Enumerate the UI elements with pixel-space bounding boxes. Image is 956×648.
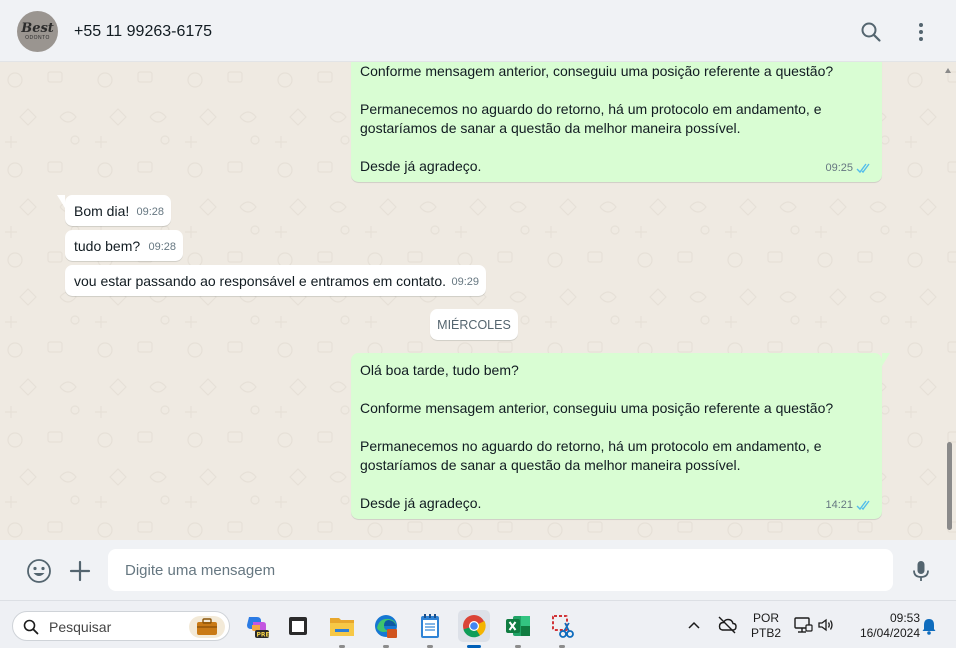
scroll-up-arrow-icon[interactable] <box>945 68 951 73</box>
scrollbar-thumb[interactable] <box>947 442 952 530</box>
contact-avatar[interactable]: Best ODONTO <box>17 11 58 52</box>
taskbar-search-box[interactable]: Pesquisar <box>12 611 230 641</box>
message-meta: 14:21 <box>825 496 872 515</box>
window-app-icon[interactable] <box>282 610 314 642</box>
bubble-tail <box>57 195 65 208</box>
copilot-pre-icon[interactable]: PRE <box>240 610 272 642</box>
chrome-icon[interactable] <box>458 610 490 648</box>
message-text: vou estar passando ao responsável e entr… <box>74 273 446 289</box>
message-text: Bom dia! <box>74 203 130 219</box>
message-meta: 09:25 <box>825 159 872 178</box>
input-language-indicator[interactable]: POR PTB2 <box>750 611 782 641</box>
outgoing-message[interactable]: Olá boa tarde, tudo bem? Conforme mensag… <box>351 353 890 519</box>
message-line: Conforme mensagem anterior, conseguiu um… <box>360 400 834 416</box>
message-line <box>360 138 873 157</box>
bubble-tail <box>882 353 890 366</box>
incoming-message[interactable]: Bom dia! 09:28 <box>57 195 171 226</box>
keyboard-layout: PTB2 <box>750 626 781 640</box>
work-briefcase-icon <box>189 616 225 638</box>
snipping-tool-icon[interactable] <box>546 610 578 648</box>
avatar-logo-text: Best <box>21 20 54 36</box>
clock-date: 16/04/2024 <box>859 626 920 640</box>
avatar-logo-subtext: ODONTO <box>25 34 50 41</box>
clock[interactable]: 09:53 16/04/2024 <box>846 611 920 641</box>
clock-time: 09:53 <box>889 611 920 625</box>
message-time: 09:28 <box>136 206 164 218</box>
message-line: Permanecemos no aguardo do retorno, há u… <box>360 438 822 454</box>
network-icon[interactable] <box>793 616 813 634</box>
chat-messages-pane[interactable]: Conforme mensagem anterior, conseguiu um… <box>0 62 956 540</box>
chevron-up-icon[interactable] <box>687 619 701 631</box>
microphone-icon[interactable] <box>908 558 934 584</box>
message-line: Olá boa tarde, tudo bem? <box>360 362 519 378</box>
more-vert-icon[interactable] <box>909 20 933 44</box>
message-line: Conforme mensagem anterior, conseguiu um… <box>360 63 834 79</box>
message-text: tudo bem? <box>74 238 141 254</box>
notification-bell-icon[interactable] <box>921 617 937 635</box>
message-time: 14:21 <box>825 499 853 511</box>
incoming-message[interactable]: tudo bem? 09:28 <box>65 230 183 261</box>
cloud-sync-off-icon[interactable] <box>716 615 738 635</box>
search-icon <box>23 619 39 635</box>
language-code: POR <box>752 611 779 625</box>
message-line <box>360 380 873 399</box>
emoji-icon[interactable] <box>26 558 52 584</box>
message-composer <box>0 540 956 600</box>
message-line: Desde já agradeço. <box>360 158 482 174</box>
message-time: 09:29 <box>451 276 479 288</box>
outgoing-message[interactable]: Conforme mensagem anterior, conseguiu um… <box>351 62 882 182</box>
svg-text:PRE: PRE <box>257 632 270 639</box>
volume-icon[interactable] <box>817 616 835 634</box>
message-line <box>360 418 873 437</box>
excel-icon[interactable] <box>502 610 534 648</box>
contact-name[interactable]: +55 11 99263-6175 <box>74 23 212 41</box>
message-line: Desde já agradeço. <box>360 495 482 511</box>
incoming-message[interactable]: vou estar passando ao responsável e entr… <box>65 265 486 296</box>
date-separator: MIÉRCOLES <box>430 309 518 340</box>
message-time: 09:25 <box>825 162 853 174</box>
file-explorer-icon[interactable] <box>326 610 358 648</box>
windows-taskbar: Pesquisar PRE POR PTB2 09:53 16/04/2024 <box>0 600 956 648</box>
read-receipt-icon <box>856 500 870 511</box>
message-line <box>360 81 873 100</box>
message-line: gostaríamos de sanar a questão da melhor… <box>360 457 741 473</box>
search-icon[interactable] <box>859 20 883 44</box>
message-input[interactable] <box>108 549 893 591</box>
message-line: gostaríamos de sanar a questão da melhor… <box>360 120 741 136</box>
chat-header: Best ODONTO +55 11 99263-6175 <box>0 0 956 62</box>
message-line: Permanecemos no aguardo do retorno, há u… <box>360 101 822 117</box>
message-time: 09:28 <box>148 241 176 253</box>
read-receipt-icon <box>856 163 870 174</box>
message-line <box>360 475 873 494</box>
edge-browser-icon[interactable] <box>370 610 402 648</box>
attach-plus-icon[interactable] <box>67 558 93 584</box>
notepad-icon[interactable] <box>414 610 446 648</box>
taskbar-search-label: Pesquisar <box>49 619 112 635</box>
